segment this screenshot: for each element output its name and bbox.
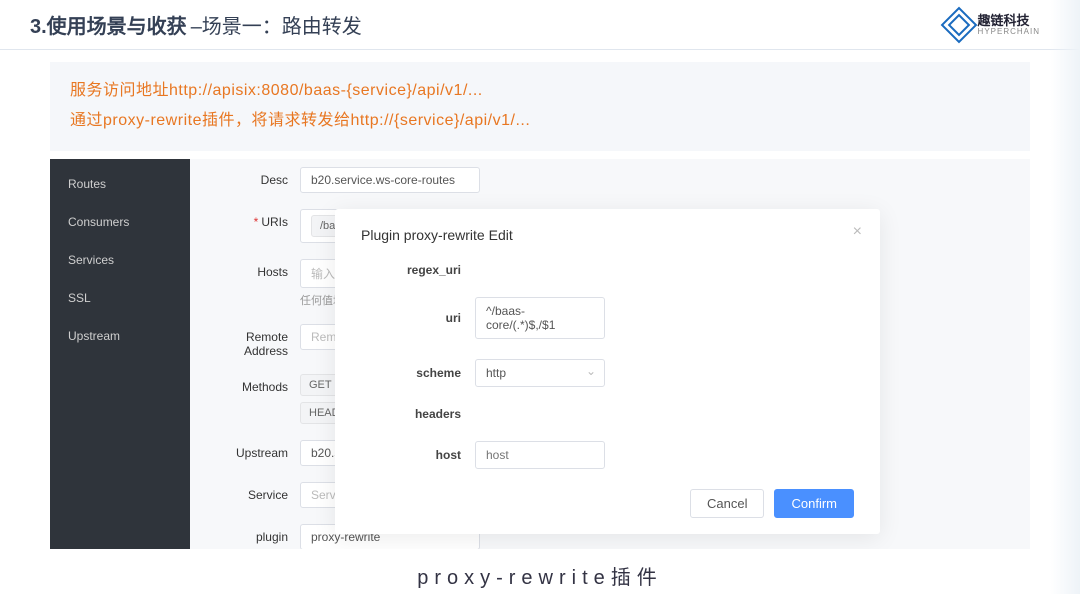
hosts-label: Hosts bbox=[208, 259, 288, 279]
sidebar: Routes Consumers Services SSL Upstream bbox=[50, 159, 190, 549]
app-screenshot: Routes Consumers Services SSL Upstream D… bbox=[50, 159, 1030, 549]
slide-header: 3.使用场景与收获–场景一：路由转发 趣链科技 HYPERCHAIN bbox=[0, 0, 1080, 50]
modal-actions: Cancel Confirm bbox=[361, 489, 854, 518]
regex-uri-label: regex_uri bbox=[361, 263, 461, 277]
close-icon[interactable]: × bbox=[853, 223, 862, 241]
title-scenario: –场景一：路由转发 bbox=[191, 16, 362, 38]
host-label: host bbox=[361, 448, 461, 462]
logo: 趣链科技 HYPERCHAIN bbox=[946, 12, 1040, 38]
desc-input[interactable]: b20.service.ws-core-routes bbox=[300, 167, 480, 193]
logo-subtext: HYPERCHAIN bbox=[978, 27, 1040, 36]
logo-text: 趣链科技 bbox=[978, 14, 1040, 27]
scheme-label: scheme bbox=[361, 366, 461, 380]
plugin-edit-modal: Plugin proxy-rewrite Edit × regex_uri ur… bbox=[335, 209, 880, 534]
headers-label: headers bbox=[361, 407, 461, 421]
title-prefix: 3.使用场景与收获 bbox=[30, 16, 187, 38]
uri-input[interactable]: ^/baas-core/(.*)$,/$1 bbox=[475, 297, 605, 339]
description-box: 服务访问地址http://apisix:8080/baas-{service}/… bbox=[50, 62, 1030, 151]
desc-line-1: 服务访问地址http://apisix:8080/baas-{service}/… bbox=[70, 76, 1010, 106]
sidebar-item-routes[interactable]: Routes bbox=[50, 165, 190, 203]
confirm-button[interactable]: Confirm bbox=[774, 489, 854, 518]
sidebar-item-ssl[interactable]: SSL bbox=[50, 279, 190, 317]
logo-icon bbox=[940, 6, 977, 43]
uri-label: uri bbox=[361, 311, 461, 325]
desc-label: Desc bbox=[208, 167, 288, 187]
sidebar-item-upstream[interactable]: Upstream bbox=[50, 317, 190, 355]
plugin-label: plugin bbox=[208, 524, 288, 544]
modal-title: Plugin proxy-rewrite Edit bbox=[361, 227, 854, 243]
upstream-label: Upstream bbox=[208, 440, 288, 460]
decorative-side bbox=[1050, 0, 1080, 594]
uris-label: *URIs bbox=[208, 209, 288, 229]
cancel-button[interactable]: Cancel bbox=[690, 489, 764, 518]
desc-line-2: 通过proxy-rewrite插件，将请求转发给http://{service}… bbox=[70, 106, 1010, 136]
sidebar-item-consumers[interactable]: Consumers bbox=[50, 203, 190, 241]
methods-label: Methods bbox=[208, 374, 288, 394]
slide-caption: proxy-rewrite插件 bbox=[0, 561, 1080, 590]
scheme-select[interactable]: http bbox=[475, 359, 605, 387]
slide-title: 3.使用场景与收获–场景一：路由转发 bbox=[30, 10, 362, 39]
sidebar-item-services[interactable]: Services bbox=[50, 241, 190, 279]
remote-address-label: Remote Address bbox=[208, 324, 288, 358]
service-label: Service bbox=[208, 482, 288, 502]
host-input[interactable] bbox=[475, 441, 605, 469]
